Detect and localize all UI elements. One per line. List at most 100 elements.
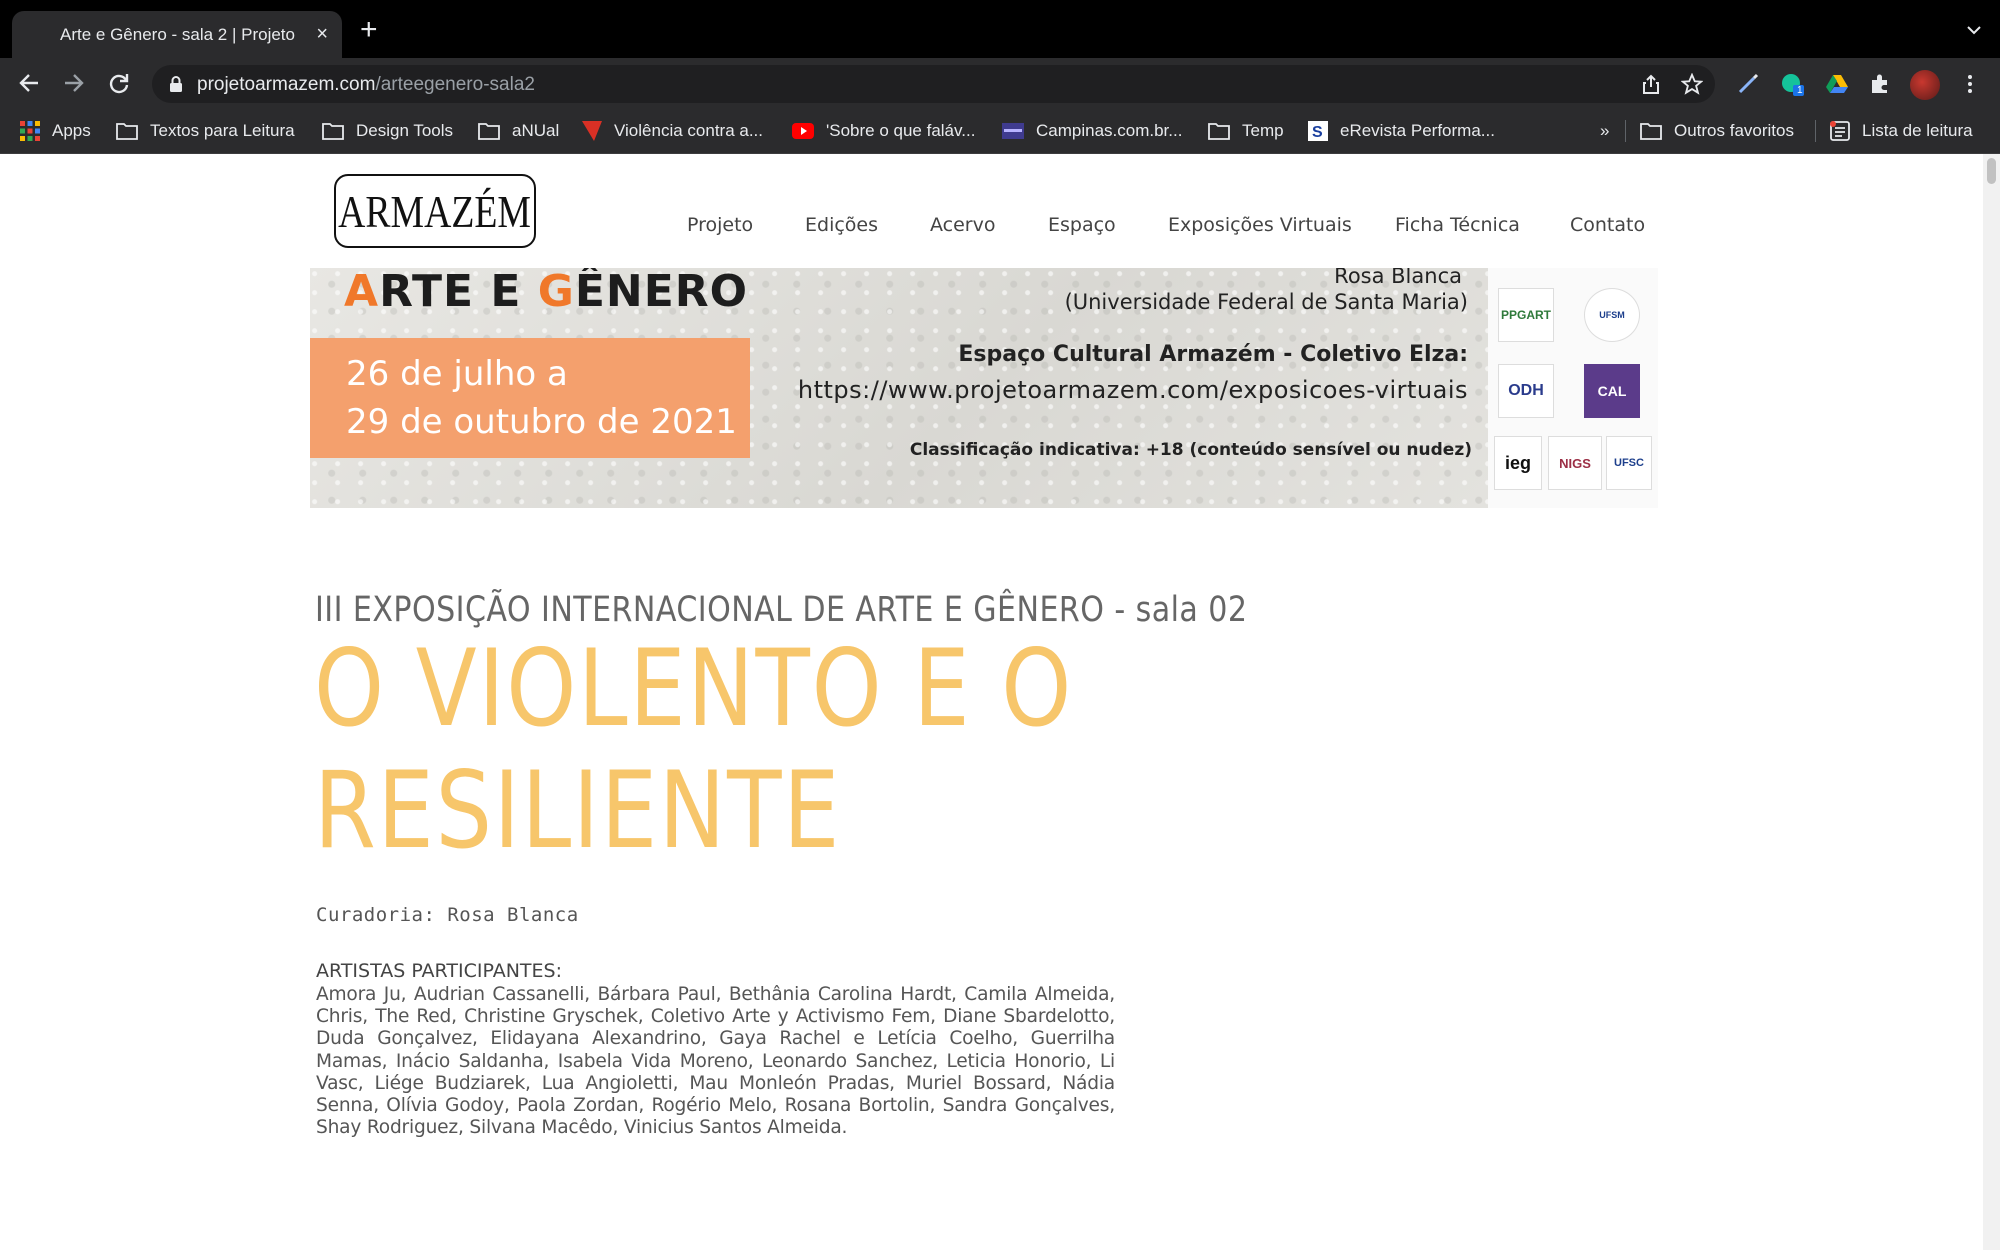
share-icon[interactable] [1641,74,1661,95]
nav-projeto[interactable]: Projeto [687,214,753,236]
ieg-logo: ieg [1494,436,1542,490]
overflow-chevron-icon: » [1600,121,1610,140]
bookmarks-bar: Apps Textos para Leitura Design Tools aN… [0,108,2000,154]
folder-icon [322,123,344,140]
browser-toolbar: projetoarmazem.com/arteegenero-sala2 1 [0,58,2000,108]
reload-icon [109,74,129,94]
site-logo-text: ARMAZÉM [338,185,532,237]
scrollbar-thumb[interactable] [1987,158,1996,184]
bookmarks-divider [1625,120,1626,142]
bookmark-label: Outros favoritos [1674,121,1794,140]
bookmark-label: Design Tools [356,121,454,140]
banner-venue: Espaço Cultural Armazém - Coletivo Elza: [958,342,1468,367]
nav-exposicoes-virtuais[interactable]: Exposições Virtuais [1168,214,1352,236]
nav-edicoes[interactable]: Edições [805,214,878,236]
back-button[interactable] [14,68,44,98]
odh-logo: ODH [1498,364,1554,418]
url-text: projetoarmazem.com/arteegenero-sala2 [197,74,535,96]
nav-espaco[interactable]: Espaço [1048,214,1116,236]
folder-icon [116,123,138,140]
banner-link: https://www.projetoarmazem.com/exposicoe… [797,376,1468,404]
forward-button[interactable] [59,68,89,98]
exhibition-headline: O VIOLENTO E O RESILIENTE [314,628,1154,872]
banner-rating: Classificação indicativa: +18 (conteúdo … [909,440,1472,460]
other-bookmarks-folder[interactable]: Outros favoritos [1640,118,1794,144]
forward-arrow-icon [65,74,84,92]
exhibition-kicker: III EXPOSIÇÃO INTERNACIONAL DE ARTE E GÊ… [315,590,1248,630]
folder-icon [1208,123,1230,140]
youtube-icon [792,123,814,139]
bookmark-label: aNUal [512,121,560,140]
bookmark-folder-temp[interactable]: Temp [1208,118,1284,144]
tab-close-icon[interactable]: × [316,24,328,44]
url-path: /arteegenero-sala2 [375,74,535,95]
site-logo[interactable]: ARMAZÉM [334,174,536,248]
url-domain: projetoarmazem.com [197,74,376,95]
reload-button[interactable] [104,68,134,98]
google-drive-icon[interactable] [1825,72,1849,96]
address-bar[interactable]: projetoarmazem.com/arteegenero-sala2 [152,65,1715,103]
extensions-puzzle-icon[interactable] [1868,72,1892,96]
svg-text:S: S [1312,124,1323,141]
nav-acervo[interactable]: Acervo [930,214,995,236]
banner-curator: Rosa Blanca [1334,268,1462,288]
partner-logos: PPGART UFSM ODH CAL ieg NIGS UFSC [1488,268,1658,508]
back-arrow-icon [19,74,38,92]
reading-list-icon [1830,121,1850,141]
bookmark-folder-anual[interactable]: aNUal [478,118,559,144]
date-line-1: 26 de julho a [346,354,568,394]
bookmark-star-icon[interactable] [1681,73,1703,95]
bookmark-label: Violência contra a... [614,121,763,140]
bookmark-violencia[interactable]: Violência contra a... [582,118,763,144]
pen-extension-icon[interactable] [1736,72,1760,96]
bookmark-label: Textos para Leitura [150,121,295,140]
web-page: ARMAZÉM Projeto Edições Acervo Espaço Ex… [0,154,1983,1250]
curator-credit: Curadoria: Rosa Blanca [316,904,579,926]
bookmarks-overflow-button[interactable]: » [1600,118,1609,144]
bookmark-label: Temp [1242,121,1284,140]
erevista-favicon-icon: S [1308,121,1328,141]
ppgart-logo: PPGART [1498,288,1554,342]
bookmark-label: Lista de leitura [1862,121,1973,140]
nav-contato[interactable]: Contato [1570,214,1645,236]
banner-university: (Universidade Federal de Santa Maria) [1064,290,1468,314]
active-tab[interactable]: Arte e Gênero - sala 2 | Projeto × [12,11,342,58]
bookmark-folder-textos[interactable]: Textos para Leitura [116,118,295,144]
folder-icon [1640,123,1662,140]
tab-search-chevron-icon[interactable] [1966,22,1982,38]
artists-heading: ARTISTAS PARTICIPANTES: [316,960,562,982]
bookmark-campinas[interactable]: Campinas.com.br... [1002,118,1182,144]
apps-grid-icon [20,121,40,141]
banner-title: ARTE E GÊNERO [344,268,749,317]
new-tab-button[interactable]: + [360,15,378,45]
bookmark-label: eRevista Performa... [1340,121,1495,140]
bookmark-erevista[interactable]: S eRevista Performa... [1308,118,1495,144]
headline-line-1: O VIOLENTO E O [314,627,1074,750]
lock-icon [170,76,182,92]
artists-list: Amora Ju, Audrian Cassanelli, Bárbara Pa… [316,984,1115,1139]
nav-ficha-tecnica[interactable]: Ficha Técnica [1395,214,1520,236]
date-box: 26 de julho a 29 de outubro de 2021 [310,338,750,458]
bookmark-label: 'Sobre o que faláv... [826,121,976,140]
ufsc-logo: UFSC [1606,436,1652,490]
bookmark-label: Campinas.com.br... [1036,121,1183,140]
profile-avatar[interactable] [1910,70,1940,100]
folder-icon [478,123,500,140]
date-text: 26 de julho a 29 de outubro de 2021 [346,350,737,446]
campinas-favicon-icon [1002,123,1024,139]
ufsm-seal: UFSM [1584,288,1640,342]
red-flag-favicon-icon [582,121,602,141]
exhibition-banner: ARTE E GÊNERO 26 de julho a 29 de outubr… [310,268,1658,508]
headline-line-2: RESILIENTE [314,749,842,872]
cal-logo: CAL [1584,364,1640,418]
reading-list-button[interactable]: Lista de leitura [1830,118,1973,144]
nigs-logo: NIGS [1548,436,1602,490]
page-scrollbar[interactable] [1983,154,2000,1250]
bookmark-folder-design-tools[interactable]: Design Tools [322,118,453,144]
date-line-2: 29 de outubro de 2021 [346,402,737,442]
bookmark-apps[interactable]: Apps [20,118,91,144]
bookmarks-divider [1815,120,1816,142]
extension-badge: 1 [1797,85,1803,96]
more-menu-icon[interactable] [1958,72,1982,96]
bookmark-youtube-sobre[interactable]: 'Sobre o que faláv... [792,118,975,144]
